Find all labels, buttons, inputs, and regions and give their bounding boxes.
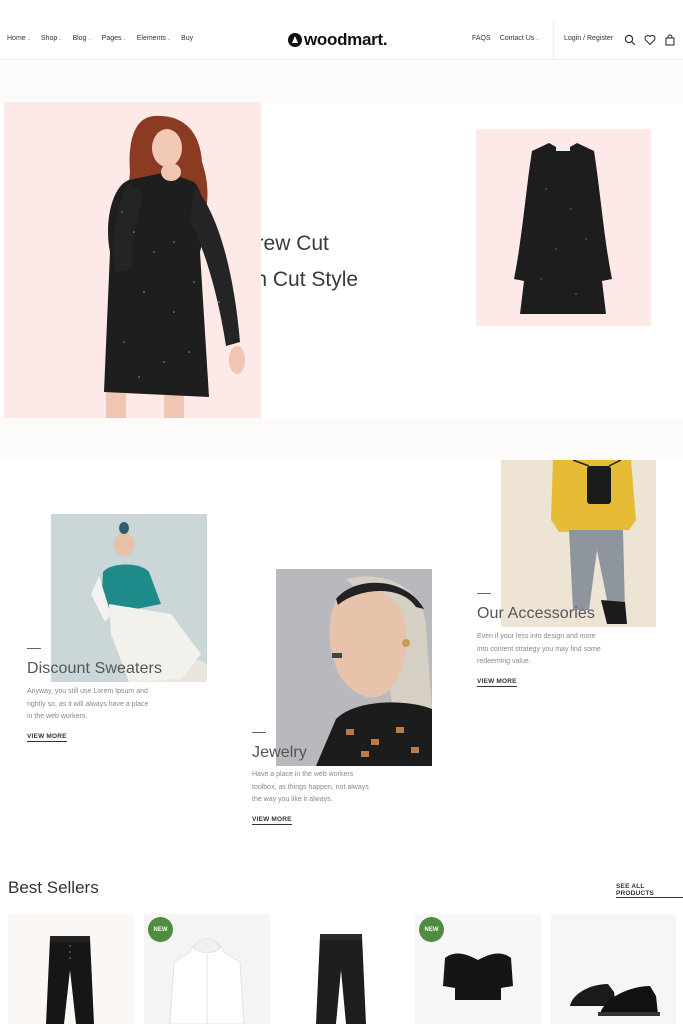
nav-label: FAQS — [472, 35, 491, 42]
nav-label: Elements — [136, 35, 166, 42]
nav-item-buy[interactable]: Buy — [181, 35, 193, 42]
description-line: redeeming value. — [477, 658, 531, 665]
nav-item-elements[interactable]: Elements ⌄ — [137, 35, 171, 42]
description-line: the way you like it always. — [252, 796, 333, 803]
category-description: Anyway, you still use Lorem Ipsum and ri… — [27, 686, 148, 724]
description-line: into content strategy you may find some — [477, 645, 601, 653]
description-line: rightly so, as it will always have a pla… — [27, 700, 149, 708]
nav-item-home[interactable]: Home ⌄ — [7, 35, 31, 42]
description-line: in the web workers. — [27, 713, 88, 720]
product-image-jeans — [316, 934, 366, 1024]
nav-item-blog[interactable]: Blog ⌄ — [72, 35, 91, 42]
chevron-down-icon: ⌄ — [166, 35, 172, 42]
description-line: toolbox, as things happen, not always — [252, 783, 369, 791]
nav-label: Contact Us — [499, 35, 535, 42]
description-line: Anyway, you still use Lorem Ipsum and — [27, 688, 148, 695]
chevron-down-icon: ⌄ — [122, 35, 127, 42]
product-image-trousers — [46, 936, 94, 1024]
nav-item-contact[interactable]: Contact Us ⌄ — [500, 35, 540, 42]
logo-text: woodmart. — [304, 30, 388, 49]
hero-dress-image — [476, 129, 651, 326]
chevron-down-icon: ⌄ — [535, 35, 540, 42]
description-line: Even if your less into design and more — [477, 633, 596, 640]
product-card[interactable] — [550, 914, 676, 1024]
category-description: Even if your less into design and more i… — [477, 631, 601, 669]
heart-icon[interactable] — [644, 34, 656, 46]
nav-label: Blog — [72, 35, 87, 42]
accessories-image[interactable] — [501, 460, 656, 627]
description-line: Have a place in the web workers — [252, 771, 354, 778]
logo-icon — [288, 33, 302, 47]
nav-item-shop[interactable]: Shop ⌄ — [41, 35, 63, 42]
see-all-products-link[interactable]: SEE ALL PRODUCTS — [616, 883, 683, 898]
view-more-link[interactable]: VIEW MORE — [27, 733, 67, 742]
product-image-sneakers — [570, 984, 660, 1016]
nav-item-faqs[interactable]: FAQS — [472, 35, 491, 42]
secondary-nav: FAQS Contact Us ⌄ — [472, 35, 540, 42]
chevron-down-icon: ⌄ — [26, 35, 31, 42]
new-badge: NEW — [148, 917, 173, 942]
chevron-down-icon: ⌄ — [87, 35, 92, 42]
category-title: Discount Sweaters — [27, 660, 163, 677]
product-card[interactable]: NEW — [415, 914, 541, 1024]
header-divider — [553, 20, 554, 60]
login-register-link[interactable]: Login / Register — [564, 35, 613, 42]
decorative-dash — [27, 648, 41, 649]
sweaters-image[interactable] — [51, 514, 207, 682]
nav-label: Pages — [101, 35, 122, 42]
main-nav: Home ⌄ Shop ⌄ Blog ⌄ Pages ⌄ Elements ⌄ Buy — [7, 35, 193, 42]
view-more-link[interactable]: VIEW MORE — [477, 678, 517, 687]
category-title: Our Accessories — [477, 605, 595, 622]
nav-item-pages[interactable]: Pages ⌄ — [102, 35, 127, 42]
nav-label: Buy — [181, 35, 194, 42]
nav-label: Shop — [40, 35, 58, 42]
decorative-dash — [252, 732, 266, 733]
hero-top-band — [0, 60, 683, 104]
hero-model-image — [4, 102, 261, 418]
chevron-down-icon: ⌄ — [58, 35, 63, 42]
site-header: Home ⌄ Shop ⌄ Blog ⌄ Pages ⌄ Elements ⌄ Buy w… — [0, 0, 683, 60]
best-sellers-title: Best Sellers — [8, 878, 99, 897]
category-title: Jewelry — [252, 744, 307, 761]
shopping-bag-icon[interactable] — [664, 34, 676, 46]
product-card[interactable]: NEW — [144, 914, 270, 1024]
hero-bottom-band — [0, 418, 683, 460]
product-card[interactable] — [278, 914, 404, 1024]
jewelry-image[interactable] — [276, 569, 432, 766]
category-description: Have a place in the web workers toolbox,… — [252, 769, 369, 807]
new-badge: NEW — [419, 917, 444, 942]
view-more-link[interactable]: VIEW MORE — [252, 816, 292, 825]
nav-label: Home — [7, 35, 26, 42]
search-icon[interactable] — [624, 34, 636, 46]
decorative-dash — [477, 593, 491, 594]
site-logo[interactable]: woodmart. — [288, 30, 388, 50]
product-card[interactable] — [8, 914, 134, 1024]
